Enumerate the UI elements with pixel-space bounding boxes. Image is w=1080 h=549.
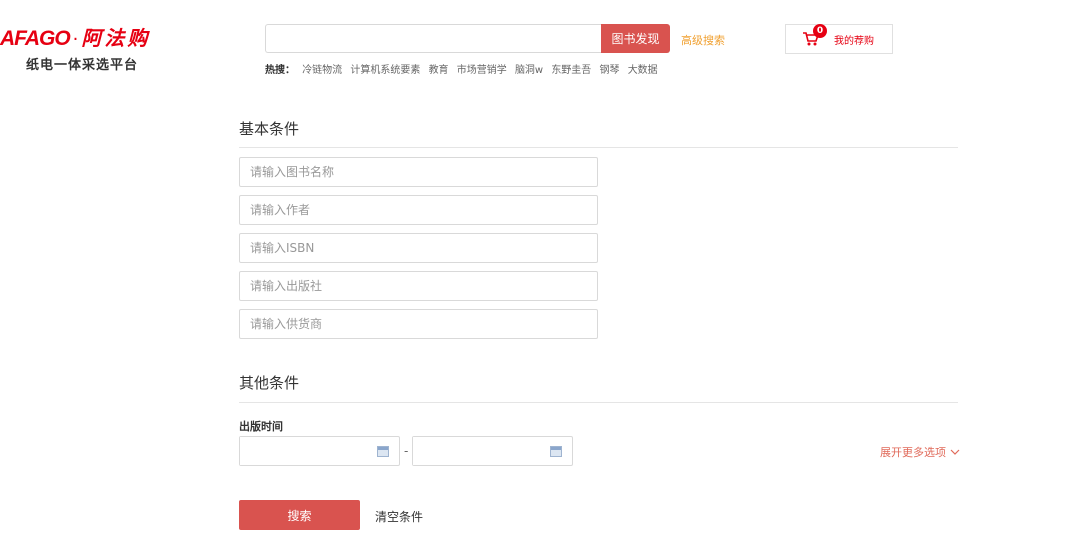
book-discover-button[interactable]: 图书发现 <box>601 24 670 53</box>
publication-time-label: 出版时间 <box>239 420 283 433</box>
basic-conditions-title: 基本条件 <box>239 120 300 138</box>
hot-search-item[interactable]: 计算机系统要素 <box>350 65 420 76</box>
logo-mark: AFAGO · 阿法购 <box>0 22 150 51</box>
search-input[interactable] <box>265 24 601 53</box>
supplier-field[interactable] <box>239 309 598 339</box>
author-field[interactable] <box>239 195 598 225</box>
date-end-input[interactable] <box>413 437 548 465</box>
my-recommendations-button[interactable]: 0 我的荐购 <box>785 24 893 54</box>
publication-date-end[interactable] <box>412 436 573 466</box>
other-conditions-title: 其他条件 <box>239 374 300 392</box>
logo-tagline: 纸电一体采选平台 <box>26 58 139 73</box>
cart-count-badge: 0 <box>813 24 827 38</box>
divider <box>239 402 958 403</box>
divider <box>239 147 958 148</box>
hot-search-item[interactable]: 钢琴 <box>600 65 620 76</box>
site-logo[interactable]: AFAGO · 阿法购 纸电一体采选平台 <box>0 22 200 73</box>
date-range-separator: - <box>404 444 409 458</box>
chevron-down-icon <box>950 446 960 459</box>
advanced-search-link[interactable]: 高级搜索 <box>681 32 725 48</box>
hot-search-item[interactable]: 脑洞w <box>515 65 543 76</box>
hot-search-item[interactable]: 教育 <box>429 65 449 76</box>
calendar-icon[interactable] <box>550 446 562 457</box>
expand-more-options-label: 展开更多选项 <box>880 446 946 459</box>
book-title-field[interactable] <box>239 157 598 187</box>
search-submit-button[interactable]: 搜索 <box>239 500 360 530</box>
publisher-field[interactable] <box>239 271 598 301</box>
hot-search-item[interactable]: 市场营销学 <box>457 65 507 76</box>
date-start-input[interactable] <box>240 437 375 465</box>
hot-search-item[interactable]: 冷链物流 <box>302 65 342 76</box>
hot-search-item[interactable]: 东野圭吾 <box>551 65 591 76</box>
hot-search-label: 热搜： <box>265 65 295 76</box>
logo-afago-text: AFAGO <box>0 27 71 50</box>
search-bar: 图书发现 <box>265 24 670 53</box>
expand-more-options-link[interactable]: 展开更多选项 <box>880 444 960 460</box>
publication-date-start[interactable] <box>239 436 400 466</box>
hot-search-item[interactable]: 大数据 <box>628 65 658 76</box>
logo-chinese-text: 阿法购 <box>81 26 151 50</box>
clear-conditions-link[interactable]: 清空条件 <box>375 508 423 525</box>
cart-label: 我的荐购 <box>834 35 874 47</box>
hot-searches: 热搜： 冷链物流 计算机系统要素 教育 市场营销学 脑洞w 东野圭吾 钢琴 大数… <box>265 61 663 76</box>
cart-icon: 0 <box>802 24 827 47</box>
isbn-field[interactable] <box>239 233 598 263</box>
logo-dot: · <box>72 29 79 50</box>
calendar-icon[interactable] <box>377 446 389 457</box>
